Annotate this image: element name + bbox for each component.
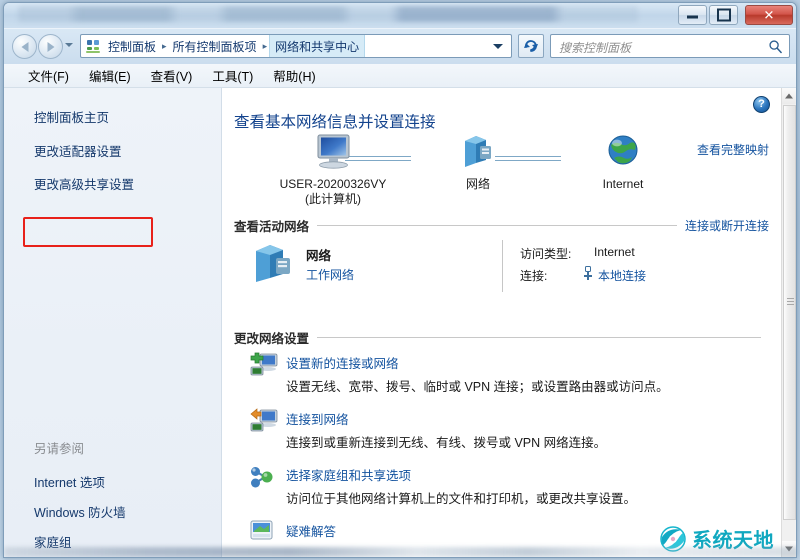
breadcrumb-item-control-panel[interactable]: 控制面板 [104,36,160,57]
view-full-map-link[interactable]: 查看完整映射 [697,141,769,158]
maximize-button[interactable] [709,5,738,25]
change-settings-section-header: 更改网络设置 [234,328,769,347]
search-placeholder: 搜索控制面板 [559,41,632,55]
refresh-button[interactable] [518,34,544,58]
sidebar-item-internet-options[interactable]: Internet 选项 [34,472,105,491]
access-type-label: 访问类型: [520,247,572,261]
local-connection-link[interactable]: 本地连接 [598,267,646,284]
sidebar-item-control-panel-home[interactable]: 控制面板主页 [34,107,109,126]
control-panel-icon [85,38,101,54]
homegroup-icon [251,467,273,488]
minimize-button[interactable] [678,5,707,25]
back-arrow-icon [21,41,28,52]
map-node-label: 网络 [465,177,490,191]
task-link-troubleshoot[interactable]: 疑难解答 [286,521,336,540]
scroll-thumb[interactable] [783,105,796,520]
address-bar[interactable]: 控制面板 ▸ 所有控制面板项 ▸ 网络和共享中心 [80,34,512,58]
connect-network-icon [250,408,278,432]
search-input[interactable]: 搜索控制面板 [550,34,790,58]
connections-label: 连接: [520,269,548,283]
computer-icon [317,134,350,169]
menu-tools[interactable]: 工具(T) [202,64,263,87]
content-pane: ? 查看基本网络信息并设置连接 查看完整映射 USER-20200326VY (… [223,88,783,557]
task-desc-homegroup-sharing: 访问位于其他网络计算机上的文件和打印机，或更改共享设置。 [286,492,637,506]
network-server-icon [256,245,290,282]
history-chevron-icon[interactable] [65,43,73,47]
scroll-up-icon[interactable] [782,88,796,104]
section-divider [317,225,677,226]
sidebar-item-change-advanced-sharing[interactable]: 更改高级共享设置 [34,174,134,193]
highlight-annotation-box [23,217,153,247]
menu-help[interactable]: 帮助(H) [263,64,325,87]
connect-disconnect-link[interactable]: 连接或断开连接 [685,217,769,234]
breadcrumb-item-network-sharing-center[interactable]: 网络和共享中心 [269,35,366,57]
task-desc-connect-to-network: 连接到或重新连接到无线、有线、拨号或 VPN 网络连接。 [286,436,607,450]
active-network-name: 网络 [306,249,332,263]
sidebar-item-windows-firewall[interactable]: Windows 防火墙 [34,502,126,521]
menu-bar: 文件(F) 编辑(E) 查看(V) 工具(T) 帮助(H) [4,64,796,88]
task-link-homegroup-sharing[interactable]: 选择家庭组和共享选项 [286,465,411,484]
active-network-icon [251,240,295,291]
menu-file[interactable]: 文件(F) [18,64,79,87]
sidebar-see-also-heading: 另请参阅 [34,442,85,456]
refresh-icon [524,40,538,52]
task-desc-setup-new-connection: 设置无线、宽带、拨号、临时或 VPN 连接；或设置路由器或访问点。 [286,380,669,394]
breadcrumb-separator: ▸ [262,40,268,51]
maximize-icon [710,9,737,22]
network-server-icon [465,136,491,167]
search-icon [769,40,782,54]
control-panel-window: ✕ 控制面板 ▸ 所有控制面板项 ▸ 网络和共享中心 搜索控制面板 文件(F) … [3,2,797,558]
back-button[interactable] [12,34,37,59]
map-node-computer[interactable]: USER-20200326VY (此计算机) [253,132,413,207]
task-link-connect-to-network[interactable]: 连接到网络 [286,409,349,428]
map-node-internet[interactable]: Internet [568,132,678,192]
sidebar-item-change-adapter-settings[interactable]: 更改适配器设置 [34,141,122,160]
chevron-down-icon[interactable] [493,44,503,49]
scroll-grip-icon [787,298,794,305]
forward-button[interactable] [38,34,63,59]
troubleshoot-icon [250,520,273,540]
content-scrollbar[interactable] [781,88,796,557]
section-title: 更改网络设置 [234,332,310,346]
access-type-value: Internet [594,245,635,259]
navigation-sidebar: 控制面板主页 更改适配器设置 更改高级共享设置 另请参阅 Internet 选项… [4,88,222,557]
section-divider [317,337,761,338]
breadcrumb-item-all-items[interactable]: 所有控制面板项 [169,36,261,57]
section-title: 查看活动网络 [234,220,310,234]
new-connection-icon [250,352,278,376]
map-node-sublabel: (此计算机) [305,192,361,206]
help-icon[interactable]: ? [753,96,770,113]
breadcrumb-separator: ▸ [162,40,167,51]
page-title: 查看基本网络信息并设置连接 [234,114,436,131]
details-divider [502,240,503,292]
menu-edit[interactable]: 编辑(E) [79,64,141,87]
map-node-network[interactable]: 网络 [423,132,533,192]
active-network-type-link[interactable]: 工作网络 [306,266,354,283]
map-node-label: USER-20200326VY [279,177,387,191]
forward-arrow-icon [47,41,54,52]
active-networks-section-header: 查看活动网络 连接或断开连接 [234,216,769,235]
window-title-blurred [18,6,638,22]
address-toolbar: 控制面板 ▸ 所有控制面板项 ▸ 网络和共享中心 搜索控制面板 [4,29,796,64]
minimize-icon [679,10,706,21]
close-button[interactable]: ✕ [745,5,793,25]
ethernet-adapter-icon [584,266,592,280]
task-link-setup-new-connection[interactable]: 设置新的连接或网络 [286,353,399,372]
map-node-label: Internet [602,177,644,191]
close-icon: ✕ [763,7,775,23]
menu-view[interactable]: 查看(V) [141,64,203,87]
internet-globe-icon [608,135,638,165]
title-bar: ✕ [4,3,796,29]
bottom-edge-blur [4,547,796,557]
